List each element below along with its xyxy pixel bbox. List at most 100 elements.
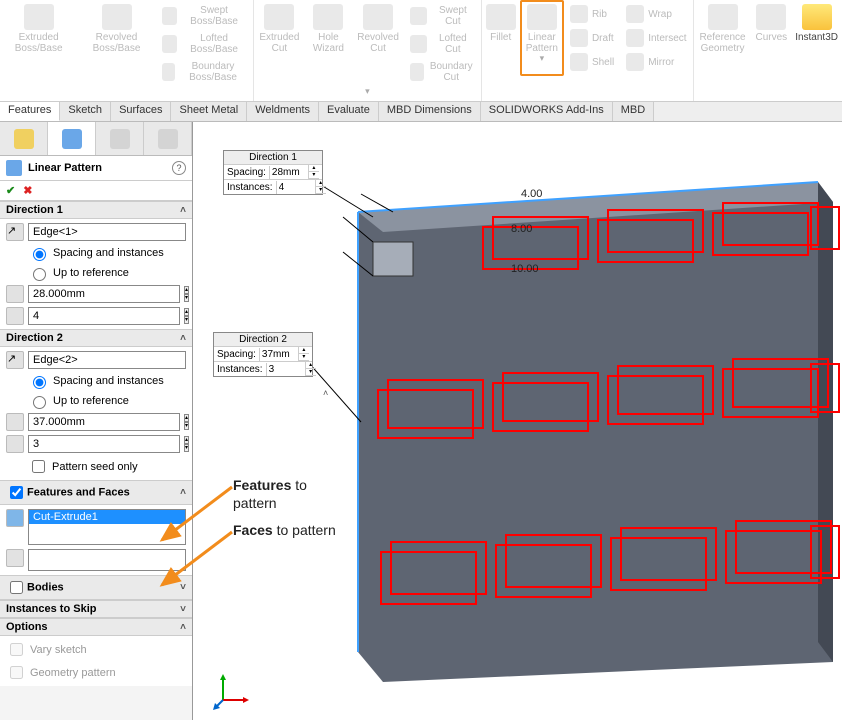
- boundary-cut-button[interactable]: Boundary Cut: [404, 58, 481, 86]
- section-direction1-header[interactable]: Direction 1˄: [0, 201, 192, 219]
- rib-button[interactable]: Rib: [564, 2, 620, 26]
- linear-pattern-pm-icon: [6, 160, 22, 176]
- cancel-button[interactable]: ✖: [23, 184, 32, 197]
- dir2-spacing-radio[interactable]: Spacing and instances: [6, 373, 186, 389]
- swept-boss-icon: [162, 7, 177, 25]
- dir2-instances-input[interactable]: [28, 435, 180, 453]
- swept-boss-button[interactable]: Swept Boss/Base: [156, 2, 253, 30]
- callout-expand-icon[interactable]: ˄: [323, 388, 328, 398]
- direction2-edge-input[interactable]: [28, 351, 186, 369]
- dir2-instances-spinner[interactable]: ▴▾: [184, 436, 189, 452]
- callout-d1-spacing-input[interactable]: [270, 165, 308, 179]
- section-direction2-header[interactable]: Direction 2˄: [0, 329, 192, 347]
- ribbon-group-pattern: Fillet Linear Pattern▾ Rib Draft Shell W…: [482, 0, 694, 101]
- dir1-reference-radio[interactable]: Up to reference: [6, 265, 186, 281]
- tab-features[interactable]: Features: [0, 102, 60, 121]
- lofted-cut-button[interactable]: Lofted Cut: [404, 30, 481, 58]
- graphics-viewport[interactable]: 4.00 8.00 10.00 Direction 1 Spacing:▴▾ I…: [193, 122, 842, 720]
- dir2-reference-radio[interactable]: Up to reference: [6, 393, 186, 409]
- fillet-icon: [486, 4, 516, 30]
- revolved-boss-button[interactable]: Revolved Boss/Base: [77, 2, 156, 86]
- feature-item-cut-extrude1[interactable]: Cut-Extrude1: [29, 510, 185, 524]
- dir1-spacing-radio[interactable]: Spacing and instances: [6, 245, 186, 261]
- faces-to-pattern-list[interactable]: [28, 549, 186, 571]
- view-triad[interactable]: [213, 670, 253, 710]
- callout-d2-instances-input[interactable]: [267, 362, 305, 376]
- annotation-features: Features to pattern: [233, 476, 343, 512]
- ok-button[interactable]: ✔: [6, 184, 15, 197]
- panel-tab-dimxpert[interactable]: [144, 122, 192, 155]
- instant3d-button[interactable]: Instant3D: [791, 2, 842, 56]
- linear-pattern-dropdown-icon[interactable]: ▾: [540, 54, 545, 64]
- faces-to-pattern-icon: [6, 549, 24, 567]
- panel-tab-configuration[interactable]: [96, 122, 144, 155]
- reference-geometry-button[interactable]: Reference Geometry: [694, 2, 752, 56]
- cut-group-dropdown-icon[interactable]: ▾: [254, 86, 481, 99]
- dir2-spacing-spinner[interactable]: ▴▾: [184, 414, 189, 430]
- tab-sketch[interactable]: Sketch: [60, 102, 111, 121]
- lofted-boss-button[interactable]: Lofted Boss/Base: [156, 30, 253, 58]
- tab-sheet-metal[interactable]: Sheet Metal: [171, 102, 247, 121]
- ribbon-group-cut: Extruded Cut Hole Wizard Revolved Cut Sw…: [254, 0, 482, 101]
- curves-button[interactable]: Curves: [752, 2, 792, 56]
- fillet-button[interactable]: Fillet: [482, 2, 520, 74]
- dir2-spacing-input[interactable]: [28, 413, 180, 431]
- tab-surfaces[interactable]: Surfaces: [111, 102, 171, 121]
- rib-icon: [570, 5, 588, 23]
- panel-tab-feature-tree[interactable]: [0, 122, 48, 155]
- dir1-instances-spinner[interactable]: ▴▾: [184, 308, 189, 324]
- help-icon[interactable]: ?: [172, 161, 186, 175]
- section-options-body: Vary sketch Geometry pattern: [0, 636, 192, 686]
- lofted-cut-icon: [410, 35, 427, 53]
- callout-d2-spacing-spinner[interactable]: ▴▾: [298, 347, 309, 361]
- mirror-button[interactable]: Mirror: [620, 50, 692, 74]
- linear-pattern-icon: [527, 4, 557, 30]
- ribbon-group-boss: Extruded Boss/Base Revolved Boss/Base Sw…: [0, 0, 254, 101]
- callout-direction1[interactable]: Direction 1 Spacing:▴▾ Instances:▴▾: [223, 150, 323, 195]
- section-instances-skip-header[interactable]: Instances to Skip˅: [0, 600, 192, 618]
- callout-d1-instances-spinner[interactable]: ▴▾: [315, 180, 326, 194]
- tab-weldments[interactable]: Weldments: [247, 102, 319, 121]
- tab-mbd[interactable]: MBD: [613, 102, 654, 121]
- reference-geometry-icon: [708, 4, 738, 30]
- callout-d2-instances-spinner[interactable]: ▴▾: [305, 362, 316, 376]
- section-bodies-header[interactable]: Bodies˅: [0, 575, 192, 600]
- dir1-spacing-spinner[interactable]: ▴▾: [184, 286, 189, 302]
- extruded-cut-button[interactable]: Extruded Cut: [254, 2, 304, 86]
- tab-evaluate[interactable]: Evaluate: [319, 102, 379, 121]
- reverse-direction1-icon[interactable]: ↗: [6, 223, 24, 241]
- section-options-header[interactable]: Options˄: [0, 618, 192, 636]
- features-to-pattern-list[interactable]: Cut-Extrude1: [28, 509, 186, 545]
- dir1-spacing-input[interactable]: [28, 285, 180, 303]
- revolved-cut-button[interactable]: Revolved Cut: [352, 2, 404, 86]
- tab-mbd-dimensions[interactable]: MBD Dimensions: [379, 102, 481, 121]
- geometry-pattern-checkbox[interactable]: Geometry pattern: [6, 663, 186, 682]
- property-manager-icon: [62, 129, 82, 149]
- panel-tab-property-manager[interactable]: [48, 122, 96, 155]
- tab-solidworks-addins[interactable]: SOLIDWORKS Add-Ins: [481, 102, 613, 121]
- shell-button[interactable]: Shell: [564, 50, 620, 74]
- dir1-instances-input[interactable]: [28, 307, 180, 325]
- ribbon-group-reference: Reference Geometry Curves Instant3D: [694, 0, 842, 101]
- section-features-faces-header[interactable]: Features and Faces˄: [0, 480, 192, 505]
- callout-d2-spacing-input[interactable]: [260, 347, 298, 361]
- draft-button[interactable]: Draft: [564, 26, 620, 50]
- wrap-button[interactable]: Wrap: [620, 2, 692, 26]
- swept-cut-button[interactable]: Swept Cut: [404, 2, 481, 30]
- hole-wizard-button[interactable]: Hole Wizard: [305, 2, 353, 86]
- pattern-seed-only-checkbox[interactable]: Pattern seed only: [6, 457, 186, 476]
- command-tabs: Features Sketch Surfaces Sheet Metal Wel…: [0, 102, 842, 122]
- ribbon: Extruded Boss/Base Revolved Boss/Base Sw…: [0, 0, 842, 102]
- linear-pattern-button[interactable]: Linear Pattern▾: [520, 0, 564, 76]
- chevron-up-icon: ˄: [180, 333, 186, 344]
- intersect-button[interactable]: Intersect: [620, 26, 692, 50]
- reverse-direction2-icon[interactable]: ↗: [6, 351, 24, 369]
- boundary-boss-button[interactable]: Boundary Boss/Base: [156, 58, 253, 86]
- direction1-edge-input[interactable]: [28, 223, 186, 241]
- callout-d1-instances-input[interactable]: [277, 180, 315, 194]
- vary-sketch-checkbox[interactable]: Vary sketch: [6, 640, 186, 659]
- callout-direction2[interactable]: Direction 2 Spacing:▴▾ Instances:▴▾: [213, 332, 313, 377]
- intersect-icon: [626, 29, 644, 47]
- extruded-boss-button[interactable]: Extruded Boss/Base: [0, 2, 77, 86]
- callout-d1-spacing-spinner[interactable]: ▴▾: [308, 165, 319, 179]
